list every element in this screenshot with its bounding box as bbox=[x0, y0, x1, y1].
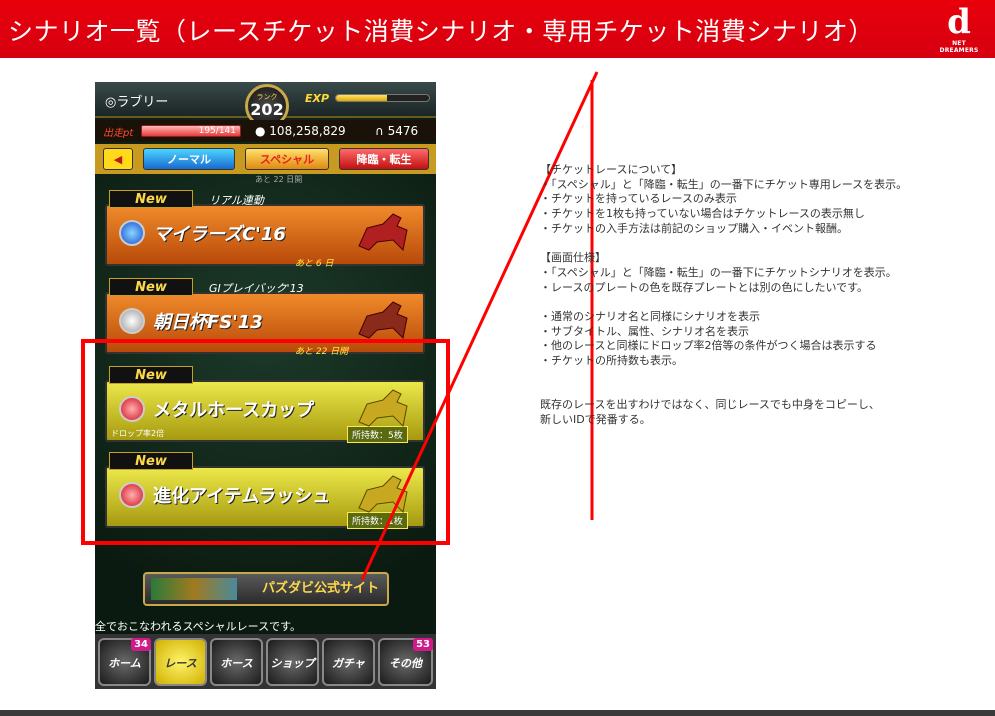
note-line bbox=[540, 295, 960, 310]
spec-notes: 【チケットレースについて】 ・「スペシャル」と「降臨・転生」の一番下にチケット専用… bbox=[540, 163, 960, 428]
note-line bbox=[540, 369, 960, 384]
note-line bbox=[540, 384, 960, 399]
note-line: ・通常のシナリオ名と同様にシナリオを表示 bbox=[540, 310, 760, 323]
note-line bbox=[540, 237, 960, 252]
note-line: ・サブタイトル、属性、シナリオ名を表示 bbox=[540, 324, 749, 338]
note-line: ・チケットを1枚も持っていない場合はチケットレースの表示無し bbox=[540, 207, 865, 221]
note-line: ・「スペシャル」と「降臨・転生」の一番下にチケット専用レースを表示。 bbox=[540, 177, 908, 191]
note-line: 【チケットレースについて】 bbox=[540, 163, 683, 176]
note-line: 既存のレースを出すわけではなく、同じレースでも中身をコピーし、 bbox=[540, 398, 880, 412]
note-line: 【画面仕様】 bbox=[540, 251, 606, 265]
note-line: 新しいIDで発番する。 bbox=[540, 412, 651, 426]
note-line: ・「スペシャル」と「降臨・転生」の一番下にチケットシナリオを表示。 bbox=[540, 265, 897, 279]
note-line: ・チケットを持っているレースのみ表示 bbox=[540, 192, 737, 206]
note-line: ・レースのプレートの色を既存プレートとは別の色にしたいです。 bbox=[540, 280, 869, 294]
note-line: ・他のレースと同様にドロップ率2倍等の条件がつく場合は表示する bbox=[540, 339, 877, 353]
note-line: ・チケットの所持数も表示。 bbox=[540, 354, 683, 368]
note-line: ・チケットの入手方法は前記のショップ購入・イベント報酬。 bbox=[540, 221, 848, 235]
footer-bar bbox=[0, 710, 995, 716]
